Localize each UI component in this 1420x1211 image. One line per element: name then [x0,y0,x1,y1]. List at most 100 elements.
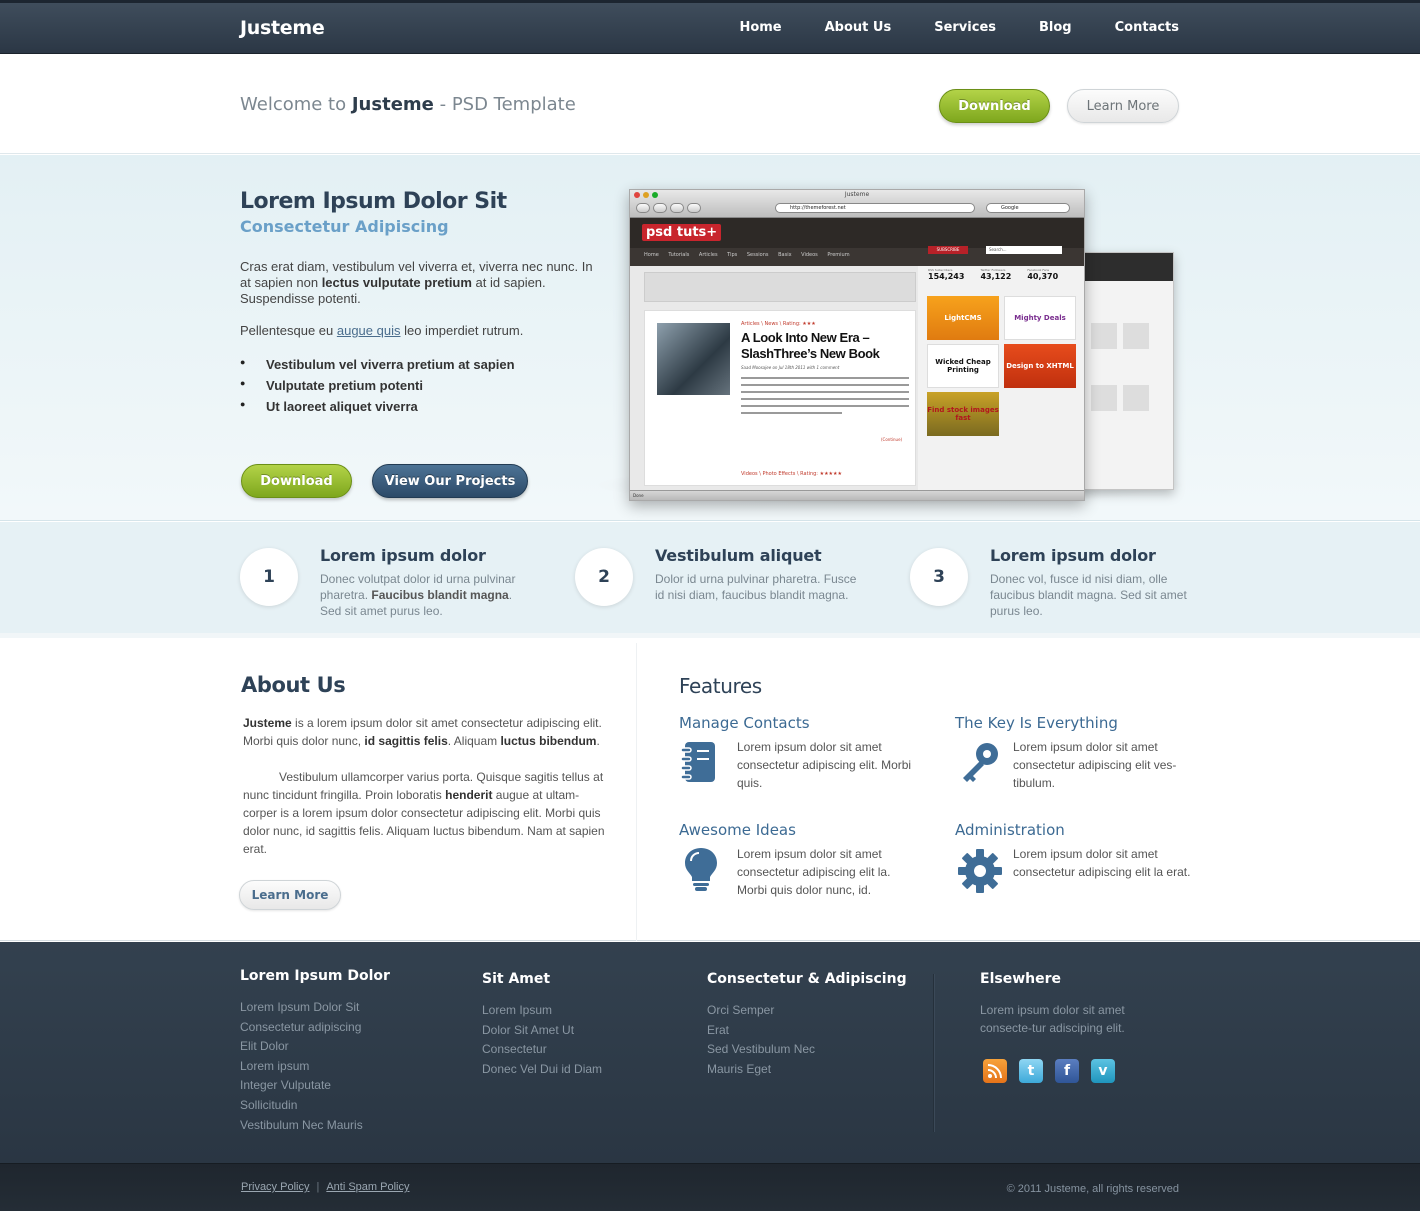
footer-link[interactable]: Lorem ipsum [240,1057,363,1077]
step-number: 3 [910,548,968,606]
nav-services[interactable]: Services [934,20,996,35]
footer-link[interactable]: Sollicitudin [240,1096,363,1116]
vimeo-icon[interactable]: v [1091,1059,1115,1083]
rss-icon[interactable] [983,1059,1007,1083]
footer-elsewhere-text: Lorem ipsum dolor sit amet consecte-tur … [980,1003,1125,1035]
site-logo[interactable]: Justeme [240,17,325,39]
footer-column-title: Elsewhere [980,971,1061,987]
learn-more-button-top[interactable]: Learn More [1067,89,1179,123]
mockup-article-thumbnail [657,323,730,395]
footer-column-title: Sit Amet [482,971,551,987]
welcome-heading: Welcome to Justeme - PSD Template [240,94,576,115]
facebook-icon[interactable]: f [1055,1059,1079,1083]
mockup-browser-chrome: Justeme http://themeforest.net Google [630,190,1084,218]
step-text: Dolor id urna pulvinar pharetra. Fusce i… [655,572,857,602]
mockup-banner [644,272,916,302]
hero-para1-bold: lectus vulputate pretium [321,275,472,290]
welcome-bar: Welcome to Justeme - PSD Template Downlo… [0,54,1420,154]
footer-link[interactable]: Erat [707,1021,815,1041]
footer-link[interactable]: Consectetur [482,1040,602,1060]
about-paragraph-2: Vestibulum ullamcorper varius porta. Qui… [243,770,605,856]
main-nav: Home About Us Services Blog Contacts [696,20,1179,35]
twitter-icon[interactable]: t [1019,1059,1043,1083]
mockup-sidebar: RSS Subscribers 154,243 Twitter Followers… [918,266,1084,492]
mockup-status-bar: Done [630,490,1084,500]
feature-key: The Key Is Everything Lorem ipsum dolor … [955,714,1195,804]
download-button-top[interactable]: Download [939,89,1050,123]
footer-link[interactable]: Elit Dolor [240,1037,363,1057]
nav-blog[interactable]: Blog [1039,20,1072,35]
privacy-policy-link[interactable]: Privacy Policy [241,1181,309,1193]
mockup-article-meta: Articles \ News \ Rating: ★★★ [741,321,816,327]
mockup-site-body: Articles \ News \ Rating: ★★★ A Look Int… [630,266,1084,492]
step-number: 2 [575,548,633,606]
mockup-window-title: Justeme [844,191,870,198]
footer-link[interactable]: Mauris Eget [707,1060,815,1080]
mockup-nav-buttons [636,203,701,213]
step-1: 1 Lorem ipsum dolor Donec volutpat dolor… [240,546,530,626]
footer-link[interactable]: Lorem Ipsum Dolor Sit [240,998,363,1018]
step-number: 1 [240,548,298,606]
nav-home[interactable]: Home [739,20,781,35]
hero-subtitle: Consectetur Adipiscing [240,217,449,236]
mockup-article-byline: Saad Moosajee on Jul 18th 2011 with 1 co… [741,365,840,370]
footer-link[interactable]: Consectetur adipiscing [240,1018,363,1038]
welcome-brand: Justeme [351,94,434,115]
step-title: Lorem ipsum dolor [320,546,486,565]
hero-para2-link[interactable]: augue quis [337,323,401,338]
hero-download-button[interactable]: Download [241,464,352,498]
anti-spam-policy-link[interactable]: Anti Spam Policy [326,1181,409,1193]
footer-link[interactable]: Vestibulum Nec Mauris [240,1116,363,1136]
footer-link[interactable]: Orci Semper [707,1001,815,1021]
social-links: t f v [983,1059,1115,1083]
mockup-stat: Twitter Followers 43,122 [980,268,1012,281]
hero-bullet-list: Vestibulum vel viverra pretium at sapien… [240,357,515,420]
step-2: 2 Vestibulum aliquet Dolor id urna pulvi… [575,546,865,626]
footer-link[interactable]: Dolor Sit Amet Ut [482,1021,602,1041]
mockup-ad: LightCMS [927,296,999,340]
footer-divider [933,974,934,1132]
nav-about-us[interactable]: About Us [825,20,892,35]
mockup-site-search: Search... [986,246,1062,254]
mockup-tile [1091,323,1117,349]
footer-link-list: Orci Semper Erat Sed Vestibulum Nec Maur… [707,1001,815,1079]
view-projects-button[interactable]: View Our Projects [372,464,528,498]
link-separator: | [316,1181,320,1193]
list-item: Vestibulum vel viverra pretium at sapien [240,357,515,378]
mockup-stats: RSS Subscribers 154,243 Twitter Followers… [928,268,1058,281]
back-icon [636,203,650,213]
mockup-subscribe: SUBSCRIBE [928,246,968,254]
mockup-stat: RSS Subscribers 154,243 [928,268,965,281]
hero-section: Lorem Ipsum Dolor Sit Consectetur Adipis… [0,155,1420,521]
footer-link[interactable]: Integer Vulputate [240,1076,363,1096]
step-title: Vestibulum aliquet [655,546,822,565]
feature-text: Lorem ipsum dolor sit amet consectetur a… [1013,740,1177,790]
nav-contacts[interactable]: Contacts [1115,20,1179,35]
footer: Lorem Ipsum Dolor Lorem Ipsum Dolor Sit … [0,942,1420,1163]
mockup-continue-link: (Continue) [881,437,903,442]
hero-para2-text: Pellentesque eu [240,323,337,338]
footer-link[interactable]: Lorem Ipsum [482,1001,602,1021]
column-divider [636,643,637,941]
welcome-suffix: - PSD Template [433,94,576,115]
policy-links: Privacy Policy | Anti Spam Policy [241,1181,409,1193]
mockup-tile [1123,323,1149,349]
about-learn-more-button[interactable]: Learn More [239,880,341,910]
mockup-site-menu: Home Tutorials Articles Tips Sessions Ba… [644,252,850,258]
mockup-site-header: psd tuts+ Home Tutorials Articles Tips S… [630,218,1084,266]
footer-link[interactable]: Sed Vestibulum Nec [707,1040,815,1060]
feature-title: Awesome Ideas [679,821,796,839]
mockup-url-bar: http://themeforest.net [775,203,975,213]
step-text: Donec volutpat dolor id urna pulvinar ph… [320,572,516,618]
mockup-secondary-header [1081,253,1173,281]
feature-administration: Administration Lorem ipsum dolor sit ame… [955,821,1195,911]
browser-mockup-image: Justeme http://themeforest.net Google ps… [629,189,1085,501]
mockup-article-title: A Look Into New Era – SlashThree’s New B… [741,330,880,361]
footer-link[interactable]: Donec Vel Dui id Diam [482,1060,602,1080]
feature-title: Manage Contacts [679,714,810,732]
mockup-ad: Wicked Cheap Printing [927,344,999,388]
mockup-ad: Design to XHTML [1004,344,1076,388]
feature-text: Lorem ipsum dolor sit amet consectetur a… [737,740,912,790]
feature-title: Administration [955,821,1065,839]
footer-link-list: Lorem Ipsum Dolor Sit Consectetur adipis… [240,998,363,1135]
